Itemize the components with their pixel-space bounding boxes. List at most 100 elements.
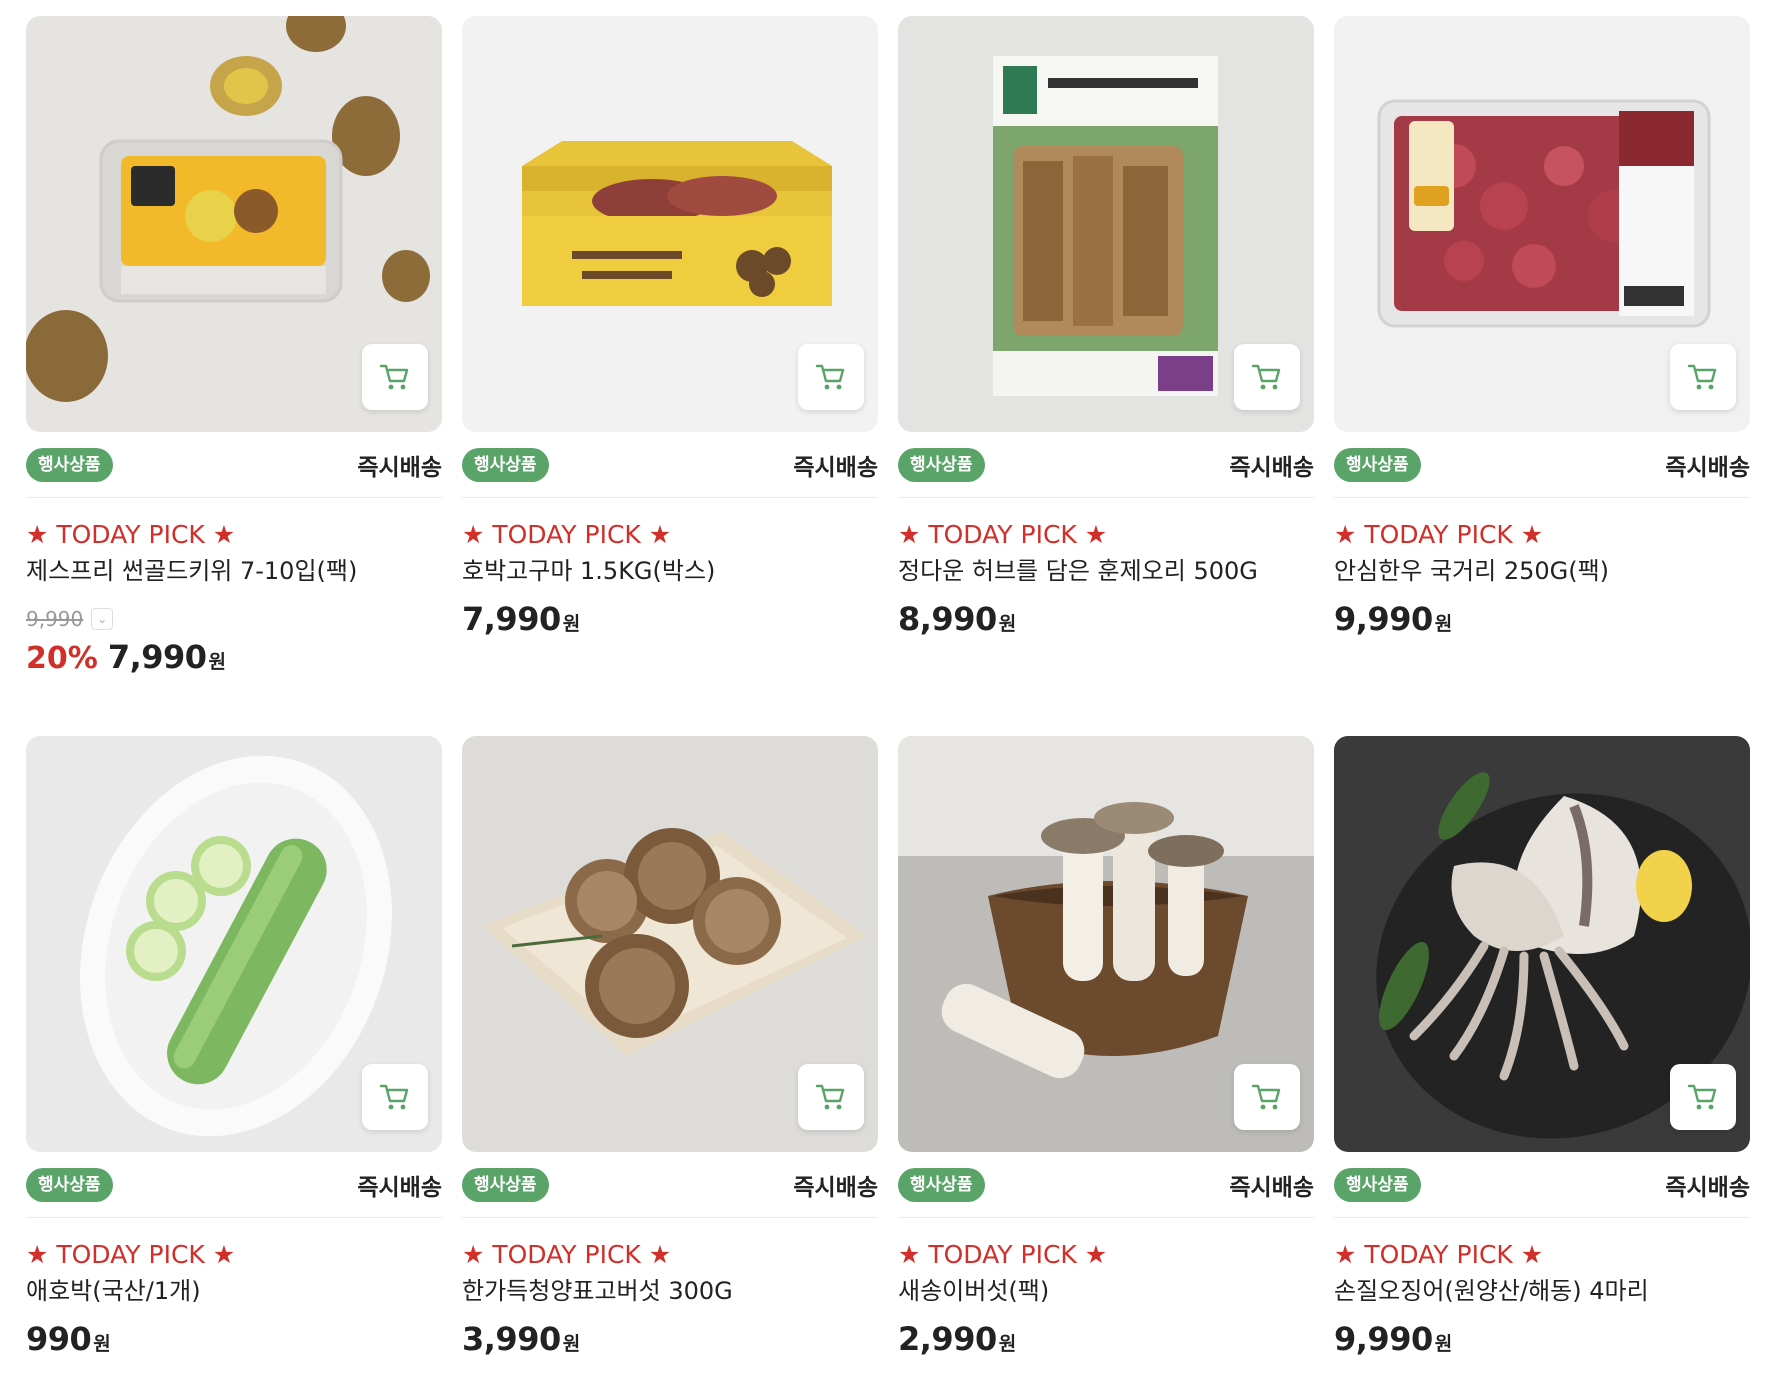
today-pick-label: ★ TODAY PICK ★: [1334, 1240, 1544, 1269]
delivery-label: 즉시배송: [357, 454, 442, 481]
product-name[interactable]: 안심한우 국거리 250G(팩): [1334, 556, 1750, 586]
add-to-cart-button[interactable]: [798, 344, 864, 410]
cart-icon: [815, 1084, 845, 1110]
delivery-label: 즉시배송: [793, 1174, 878, 1201]
product-card[interactable]: 행사상품 즉시배송 ★ TODAY PICK ★ 정다운 허브를 담은 훈제오리…: [898, 16, 1314, 716]
product-image[interactable]: [462, 736, 878, 1152]
price-row: 9,990 원: [1334, 1320, 1750, 1358]
today-pick-label: ★ TODAY PICK ★: [898, 1240, 1108, 1269]
cart-icon: [379, 364, 409, 390]
product-image[interactable]: [26, 16, 442, 432]
add-to-cart-button[interactable]: [1234, 1064, 1300, 1130]
cart-icon: [1251, 364, 1281, 390]
cart-icon: [1251, 1084, 1281, 1110]
event-badge: 행사상품: [26, 447, 113, 482]
price-row: 2,990 원: [898, 1320, 1314, 1358]
product-image[interactable]: [898, 16, 1314, 432]
delivery-label: 즉시배송: [1665, 454, 1750, 481]
product-meta: 행사상품 즉시배송: [462, 432, 878, 498]
product-name[interactable]: 한가득청양표고버섯 300G: [462, 1276, 878, 1306]
add-to-cart-button[interactable]: [1670, 1064, 1736, 1130]
cart-icon: [1687, 364, 1717, 390]
product-meta: 행사상품 즉시배송: [1334, 1152, 1750, 1218]
price-row: 7,990 원: [462, 600, 878, 638]
currency-unit: 원: [562, 613, 581, 635]
delivery-label: 즉시배송: [793, 454, 878, 481]
price-row: 8,990 원: [898, 600, 1314, 638]
product-card[interactable]: 행사상품 즉시배송 ★ TODAY PICK ★ 제스프리 썬골드키위 7-10…: [26, 16, 442, 716]
product-name[interactable]: 애호박(국산/1개): [26, 1276, 442, 1306]
sale-price: 2,990: [898, 1320, 997, 1358]
today-pick-label: ★ TODAY PICK ★: [898, 520, 1108, 549]
product-name[interactable]: 정다운 허브를 담은 훈제오리 500G: [898, 556, 1314, 586]
product-card[interactable]: 행사상품 즉시배송 ★ TODAY PICK ★ 손질오징어(원양산/해동) 4…: [1334, 736, 1750, 1376]
product-name[interactable]: 손질오징어(원양산/해동) 4마리: [1334, 1276, 1750, 1306]
product-image[interactable]: [26, 736, 442, 1152]
product-name[interactable]: 제스프리 썬골드키위 7-10입(팩): [26, 556, 442, 586]
sale-price: 7,990: [107, 638, 207, 676]
cart-icon: [1687, 1084, 1717, 1110]
event-badge: 행사상품: [1334, 447, 1421, 482]
add-to-cart-button[interactable]: [362, 344, 428, 410]
today-pick-label: ★ TODAY PICK ★: [26, 520, 236, 549]
delivery-label: 즉시배송: [1665, 1174, 1750, 1201]
delivery-label: 즉시배송: [1229, 1174, 1314, 1201]
product-image[interactable]: [1334, 16, 1750, 432]
event-badge: 행사상품: [1334, 1167, 1421, 1202]
product-card[interactable]: 행사상품 즉시배송 ★ TODAY PICK ★ 안심한우 국거리 250G(팩…: [1334, 16, 1750, 716]
add-to-cart-button[interactable]: [1670, 344, 1736, 410]
today-pick-label: ★ TODAY PICK ★: [26, 1240, 236, 1269]
original-price: 9,990: [26, 607, 84, 631]
product-meta: 행사상품 즉시배송: [1334, 432, 1750, 498]
product-name[interactable]: 호박고구마 1.5KG(박스): [462, 556, 878, 586]
sale-price: 990: [26, 1320, 92, 1358]
product-image[interactable]: [462, 16, 878, 432]
today-pick-label: ★ TODAY PICK ★: [1334, 520, 1544, 549]
sale-price: 9,990: [1334, 1320, 1433, 1358]
product-grid: 행사상품 즉시배송 ★ TODAY PICK ★ 제스프리 썬골드키위 7-10…: [26, 16, 1750, 1376]
currency-unit: 원: [998, 1333, 1017, 1355]
chevron-down-icon[interactable]: ⌄: [91, 608, 114, 630]
product-image[interactable]: [898, 736, 1314, 1152]
product-card[interactable]: 행사상품 즉시배송 ★ TODAY PICK ★ 한가득청양표고버섯 300G …: [462, 736, 878, 1376]
currency-unit: 원: [93, 1333, 111, 1355]
currency-unit: 원: [1434, 1333, 1453, 1355]
today-pick-label: ★ TODAY PICK ★: [462, 520, 672, 549]
delivery-label: 즉시배송: [1229, 454, 1314, 481]
add-to-cart-button[interactable]: [798, 1064, 864, 1130]
price-row: 3,990 원: [462, 1320, 878, 1358]
price-row: 20% 7,990 원: [26, 638, 442, 676]
product-image[interactable]: [1334, 736, 1750, 1152]
price-row: 990 원: [26, 1320, 442, 1358]
currency-unit: 원: [998, 613, 1017, 635]
product-meta: 행사상품 즉시배송: [898, 432, 1314, 498]
product-card[interactable]: 행사상품 즉시배송 ★ TODAY PICK ★ 애호박(국산/1개) 990 …: [26, 736, 442, 1376]
event-badge: 행사상품: [26, 1167, 113, 1202]
delivery-label: 즉시배송: [357, 1174, 442, 1201]
product-card[interactable]: 행사상품 즉시배송 ★ TODAY PICK ★ 새송이버섯(팩) 2,990 …: [898, 736, 1314, 1376]
product-meta: 행사상품 즉시배송: [462, 1152, 878, 1218]
product-meta: 행사상품 즉시배송: [898, 1152, 1314, 1218]
sale-price: 8,990: [898, 600, 997, 638]
add-to-cart-button[interactable]: [362, 1064, 428, 1130]
cart-icon: [379, 1084, 409, 1110]
event-badge: 행사상품: [898, 1167, 985, 1202]
add-to-cart-button[interactable]: [1234, 344, 1300, 410]
currency-unit: 원: [208, 651, 227, 673]
event-badge: 행사상품: [462, 1167, 549, 1202]
sale-price: 3,990: [462, 1320, 561, 1358]
sale-price: 9,990: [1334, 600, 1433, 638]
product-meta: 행사상품 즉시배송: [26, 1152, 442, 1218]
sale-price: 7,990: [462, 600, 561, 638]
original-price-row: 9,990 ⌄: [26, 606, 442, 632]
product-meta: 행사상품 즉시배송: [26, 432, 442, 498]
discount-rate: 20%: [26, 641, 98, 676]
product-card[interactable]: 행사상품 즉시배송 ★ TODAY PICK ★ 호박고구마 1.5KG(박스)…: [462, 16, 878, 716]
product-name[interactable]: 새송이버섯(팩): [898, 1276, 1314, 1306]
event-badge: 행사상품: [898, 447, 985, 482]
today-pick-label: ★ TODAY PICK ★: [462, 1240, 672, 1269]
event-badge: 행사상품: [462, 447, 549, 482]
currency-unit: 원: [562, 1333, 581, 1355]
cart-icon: [815, 364, 845, 390]
currency-unit: 원: [1434, 613, 1453, 635]
